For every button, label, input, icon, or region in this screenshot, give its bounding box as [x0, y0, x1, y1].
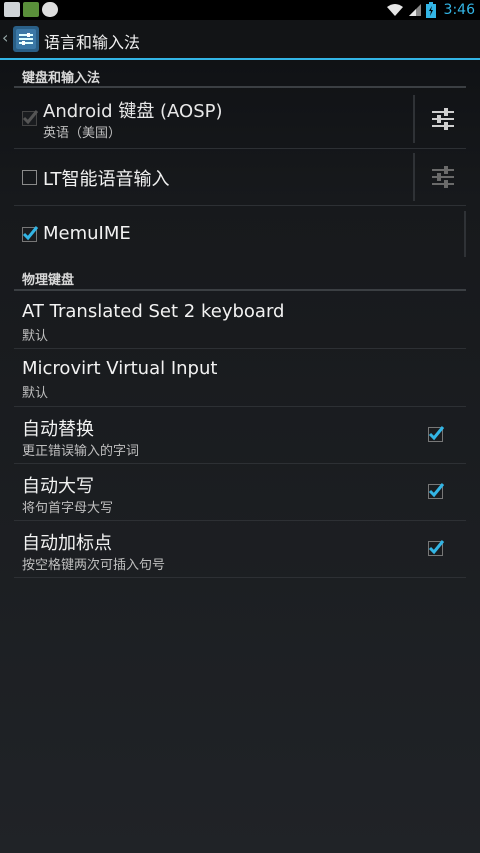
- settings-app-icon[interactable]: [13, 26, 39, 52]
- wifi-icon: [386, 4, 403, 16]
- row-divider: [14, 406, 466, 407]
- row-divider: [14, 463, 466, 464]
- section-divider: [14, 289, 466, 291]
- status-bar: 3:46: [0, 0, 480, 20]
- auto-replace-title[interactable]: 自动替换: [22, 415, 94, 441]
- clock: 3:46: [443, 2, 475, 18]
- notification-icons: [4, 2, 58, 17]
- back-caret-icon[interactable]: ‹: [2, 28, 8, 47]
- page-title: 语言和输入法: [44, 33, 141, 52]
- app-notification-icon: [23, 2, 39, 17]
- memuime-checkbox[interactable]: [22, 226, 39, 242]
- android-keyboard-subtitle: 英语（美国）: [43, 126, 122, 141]
- section-divider: [14, 86, 466, 88]
- voice-input-settings-icon[interactable]: [430, 164, 456, 190]
- vertical-divider: [413, 153, 415, 201]
- auto-replace-checkbox[interactable]: [428, 426, 445, 442]
- gallery-notification-icon: [4, 2, 20, 17]
- auto-punctuate-title[interactable]: 自动加标点: [22, 529, 112, 555]
- row-divider: [14, 520, 466, 521]
- vertical-divider: [464, 211, 466, 257]
- auto-capitalize-subtitle: 将句首字母大写: [22, 501, 114, 516]
- keyboard-section-header: 键盘和输入法: [22, 71, 101, 86]
- keyboard-settings-icon[interactable]: [430, 106, 456, 132]
- row-divider: [14, 348, 466, 349]
- microvirt-input-subtitle: 默认: [22, 386, 49, 401]
- auto-replace-subtitle: 更正错误输入的字词: [22, 444, 140, 459]
- battery-icon: [425, 2, 436, 18]
- row-divider: [14, 205, 466, 206]
- at-keyboard-title[interactable]: AT Translated Set 2 keyboard: [22, 301, 284, 322]
- memuime-title[interactable]: MemuIME: [43, 223, 131, 244]
- vertical-divider: [413, 95, 415, 143]
- auto-punctuate-subtitle: 按空格键两次可插入句号: [22, 558, 166, 573]
- signal-icon: [408, 4, 421, 16]
- lt-voice-input-title[interactable]: LT智能语音输入: [43, 165, 170, 191]
- android-keyboard-title[interactable]: Android 键盘 (AOSP): [43, 97, 223, 123]
- action-bar-divider: [0, 58, 480, 60]
- at-keyboard-subtitle: 默认: [22, 329, 49, 344]
- microvirt-input-title[interactable]: Microvirt Virtual Input: [22, 358, 217, 379]
- physical-keyboard-section-header: 物理键盘: [22, 273, 75, 288]
- auto-capitalize-title[interactable]: 自动大写: [22, 472, 94, 498]
- lt-voice-input-checkbox[interactable]: [22, 170, 37, 185]
- row-divider: [14, 577, 466, 578]
- row-divider: [14, 148, 466, 149]
- shield-notification-icon: [42, 2, 58, 17]
- auto-punctuate-checkbox[interactable]: [428, 540, 445, 556]
- android-keyboard-checkbox[interactable]: [22, 110, 39, 126]
- auto-capitalize-checkbox[interactable]: [428, 483, 445, 499]
